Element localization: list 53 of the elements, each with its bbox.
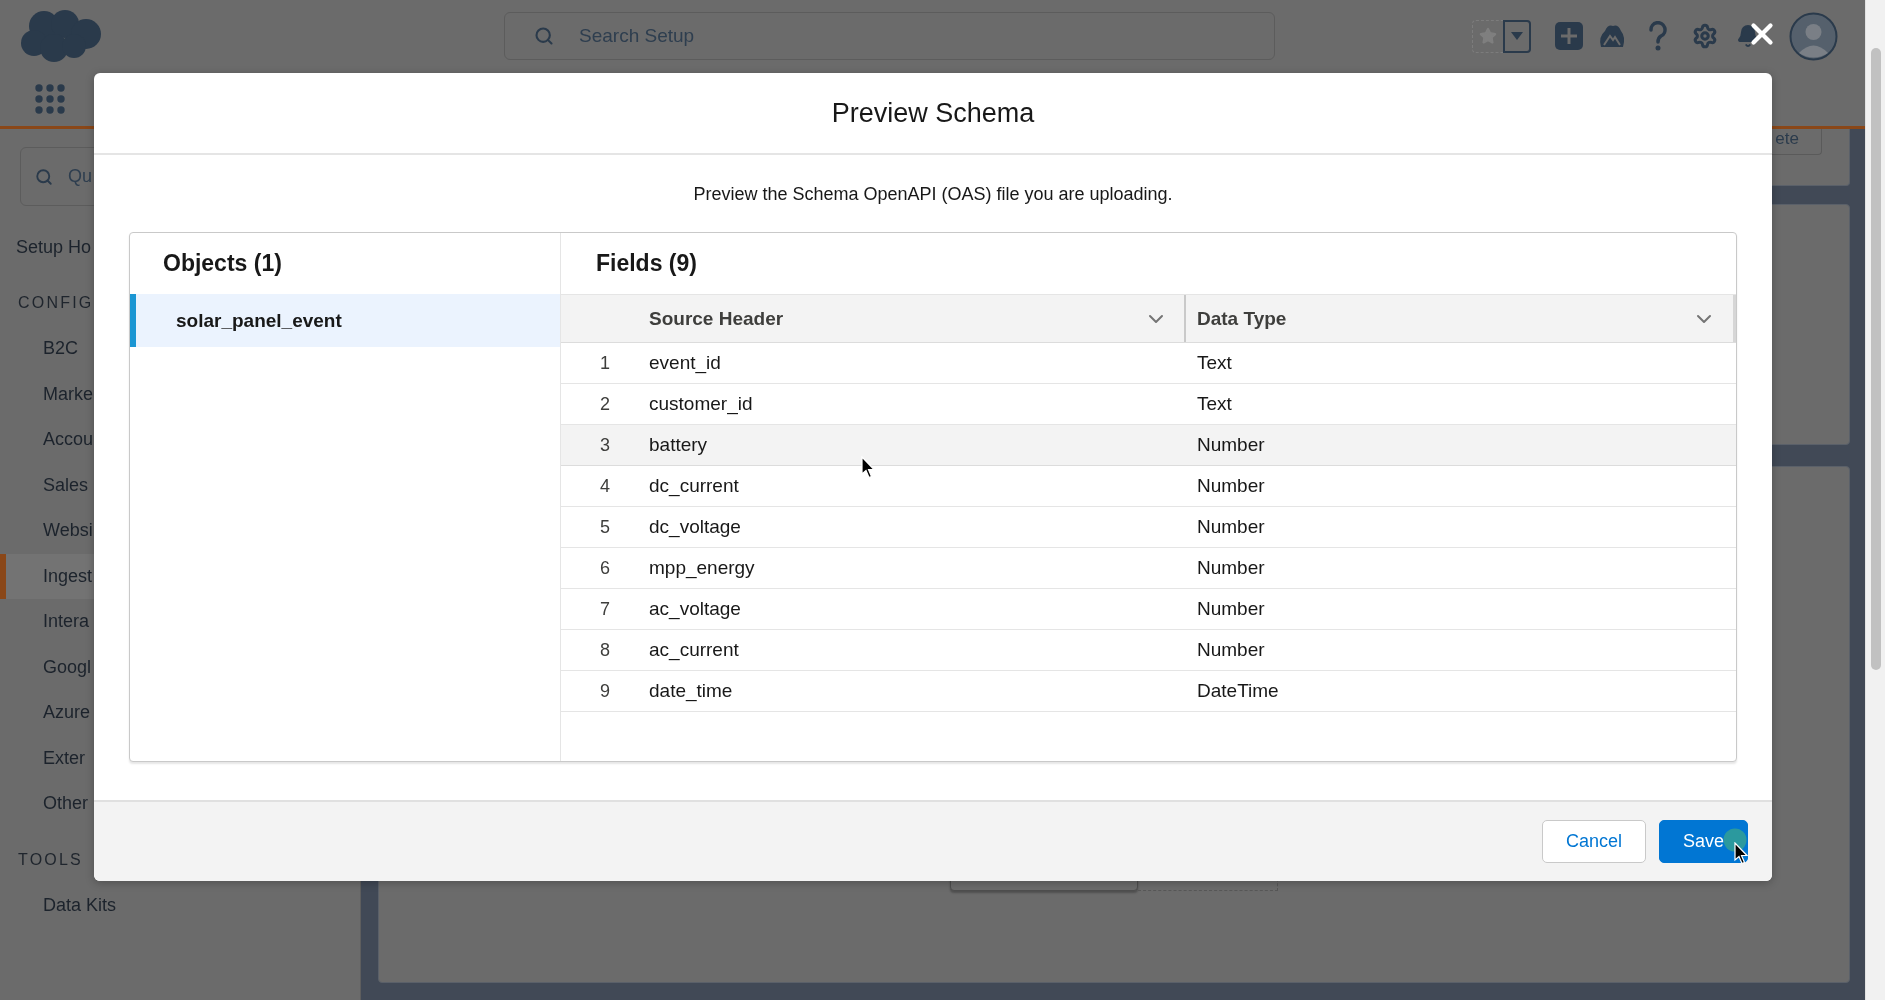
favorites-menu-button[interactable] xyxy=(1503,19,1531,53)
help-icon[interactable] xyxy=(1646,21,1670,51)
modal-title: Preview Schema xyxy=(831,97,1035,129)
data-type: Number xyxy=(1197,557,1265,579)
row-number: 1 xyxy=(600,352,610,374)
objects-heading: Objects (1) xyxy=(163,250,282,277)
pointer-cursor-icon xyxy=(1734,842,1749,865)
scrollbar[interactable] xyxy=(1865,0,1885,1000)
field-name: dc_current xyxy=(649,475,739,497)
modal-description: Preview the Schema OpenAPI (OAS) file you are uploading. xyxy=(693,183,1173,205)
sidebar-section-title: CONFIG xyxy=(18,293,94,313)
field-name: ac_voltage xyxy=(649,598,741,620)
caret-icon xyxy=(1511,32,1523,40)
setup-home-link[interactable]: Setup Ho xyxy=(16,225,92,270)
row-number: 7 xyxy=(600,598,610,620)
field-name: event_id xyxy=(649,352,721,374)
data-type: Number xyxy=(1197,434,1265,456)
avatar-icon[interactable] xyxy=(1789,11,1838,61)
data-type: Number xyxy=(1197,639,1265,661)
scrollbar-thumb[interactable] xyxy=(1871,48,1881,670)
row-number: 2 xyxy=(600,393,610,415)
field-name: date_time xyxy=(649,680,733,702)
sidebar-section-title: TOOLS xyxy=(18,849,83,870)
favorite-button[interactable] xyxy=(1472,19,1503,53)
field-name: ac_current xyxy=(649,639,739,661)
field-name: mpp_energy xyxy=(649,557,755,579)
data-type: DateTime xyxy=(1197,680,1279,702)
plus-icon[interactable] xyxy=(1555,22,1583,50)
cancel-button[interactable]: Cancel xyxy=(1541,820,1646,863)
row-number: 8 xyxy=(600,639,610,661)
data-type: Text xyxy=(1197,393,1232,415)
field-name: battery xyxy=(649,434,708,456)
settings-icon[interactable] xyxy=(1692,23,1718,49)
data-type: Number xyxy=(1197,598,1265,620)
data-type: Number xyxy=(1197,516,1265,538)
row-number: 4 xyxy=(600,475,610,497)
search-icon xyxy=(534,26,554,46)
field-name: customer_id xyxy=(649,393,753,415)
row-number: 6 xyxy=(600,557,610,579)
field-name: dc_voltage xyxy=(649,516,741,538)
search-field[interactable]: Search Setup xyxy=(504,12,1275,60)
app-launcher-icon[interactable] xyxy=(35,84,65,114)
row-number: 3 xyxy=(600,434,610,456)
fields-heading: Fields (9) xyxy=(596,250,697,277)
data-type: Text xyxy=(1197,352,1232,374)
search-icon xyxy=(35,167,53,186)
data-type: Number xyxy=(1197,475,1265,497)
object-list-item[interactable]: solar_panel_event xyxy=(130,294,560,347)
mountain-cloud-icon[interactable] xyxy=(1598,23,1626,49)
row-number: 5 xyxy=(600,516,610,538)
column-header[interactable]: Source Header xyxy=(649,295,1184,342)
row-number: 9 xyxy=(600,680,610,702)
sidebar-item[interactable]: Data Kits xyxy=(0,882,117,928)
